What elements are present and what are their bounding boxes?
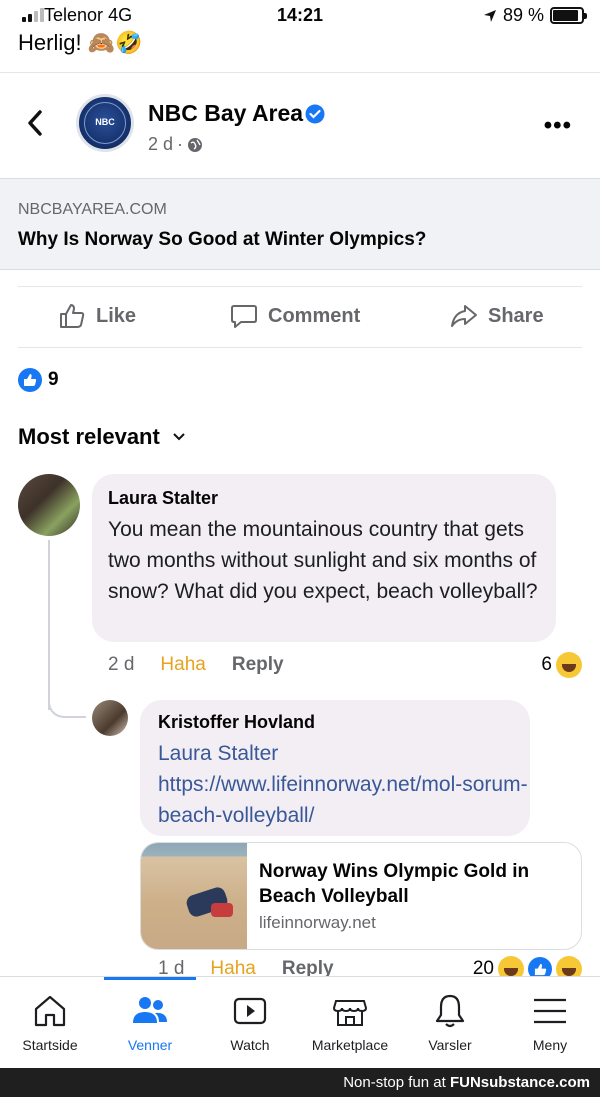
tab-marketplace[interactable]: Marketplace [300,991,400,1053]
tab-watch[interactable]: Watch [200,991,300,1053]
divider [0,72,600,73]
footer-brand: FUNsubstance.com [449,1074,590,1091]
battery-percent: 89 % [502,5,544,25]
comment-author[interactable]: Kristoffer Hovland [158,712,315,733]
reaction-count: 9 [48,369,59,390]
reaction-summary[interactable]: 9 [18,368,59,392]
post-age: 2 d [148,134,174,154]
tab-label: Marketplace [311,1037,389,1053]
tab-varsler[interactable]: Varsler [400,991,500,1053]
tab-label: Meny [532,1037,568,1053]
previous-post-text: Herlig! 🙈🤣 [18,30,143,55]
comment-reactions[interactable]: 6 [541,652,582,678]
tab-meny[interactable]: Meny [500,991,600,1053]
haha-button[interactable]: Haha [160,654,205,676]
shared-link[interactable]: NBCBAYAREA.COM Why Is Norway So Good at … [0,178,600,270]
home-icon [34,995,66,1027]
share-label: Share [488,304,544,327]
tab-label: Venner [127,1037,173,1053]
share-button[interactable]: Share [450,302,544,330]
marketplace-icon [332,1000,368,1026]
nbc-logo-text: NBC [95,117,115,127]
sort-label: Most relevant [18,424,160,449]
page-avatar[interactable]: NBC [76,94,134,152]
comment-bubble[interactable]: Laura Stalter You mean the mountainous c… [92,474,556,642]
tab-startside[interactable]: Startside [0,991,100,1053]
haha-emoji-icon [556,652,582,678]
reply-connector [48,700,86,718]
comment-sort-dropdown[interactable]: Most relevant [18,424,186,450]
verified-badge-icon [305,104,325,124]
reply-button[interactable]: Reply [232,654,284,676]
active-tab-indicator [104,977,196,980]
meta-separator: · [177,134,184,154]
comment-link-text[interactable]: Laura Stalter https://www.lifeinnorway.n… [158,738,528,831]
link-domain: NBCBAYAREA.COM [18,201,167,218]
status-bar: Telenor 4G 14:21 89 % [0,0,600,34]
menu-icon [534,998,566,1024]
footer-prefix: Non-stop fun at [343,1074,450,1091]
comment-author[interactable]: Laura Stalter [108,488,218,509]
location-arrow-icon [483,9,496,22]
avatar[interactable] [92,700,128,736]
thumbs-up-icon [60,304,85,328]
share-icon [451,305,477,327]
friends-icon [133,997,167,1023]
preview-title: Norway Wins Olympic Gold in Beach Volley… [259,861,530,907]
divider [18,286,582,287]
comment-reaction-count: 6 [541,654,552,675]
globe-icon [188,137,203,152]
watch-icon [233,997,267,1025]
comment-age: 2 d [108,654,135,675]
page-name[interactable]: NBC Bay Area [148,100,303,127]
tab-venner[interactable]: Venner [100,991,200,1053]
comment-label: Comment [268,304,361,327]
divider [18,347,582,348]
tab-label: Startside [22,1037,78,1053]
like-reaction-icon [18,368,42,392]
preview-domain: lifeinnorway.net [259,913,376,932]
tab-label: Varsler [428,1037,472,1053]
thread-line [48,540,50,710]
bell-icon [435,994,465,1028]
comment-button[interactable]: Comment [230,302,360,330]
like-label: Like [96,304,137,327]
preview-image [141,843,247,949]
more-options-icon[interactable]: ••• [544,112,572,140]
battery-icon [550,7,587,24]
comment-actions: 2 d Haha Reply [108,654,284,676]
watermark-footer: Non-stop fun at FUNsubstance.com [0,1068,600,1097]
link-title: Why Is Norway So Good at Winter Olympics… [18,229,427,250]
bottom-tab-bar: Startside Venner Watch Marketplace Varsl… [0,976,600,1068]
like-button[interactable]: Like [58,302,136,330]
back-icon[interactable] [24,108,46,138]
comment-icon [231,305,257,328]
chevron-down-icon [173,433,185,441]
post-meta: 2 d · [148,134,203,155]
avatar[interactable] [18,474,80,536]
tab-label: Watch [230,1037,270,1053]
comment-bubble[interactable]: Kristoffer Hovland Laura Stalter https:/… [140,700,530,836]
link-preview[interactable]: Norway Wins Olympic Gold in Beach Volley… [140,842,582,950]
comment-text: You mean the mountainous country that ge… [108,518,538,603]
